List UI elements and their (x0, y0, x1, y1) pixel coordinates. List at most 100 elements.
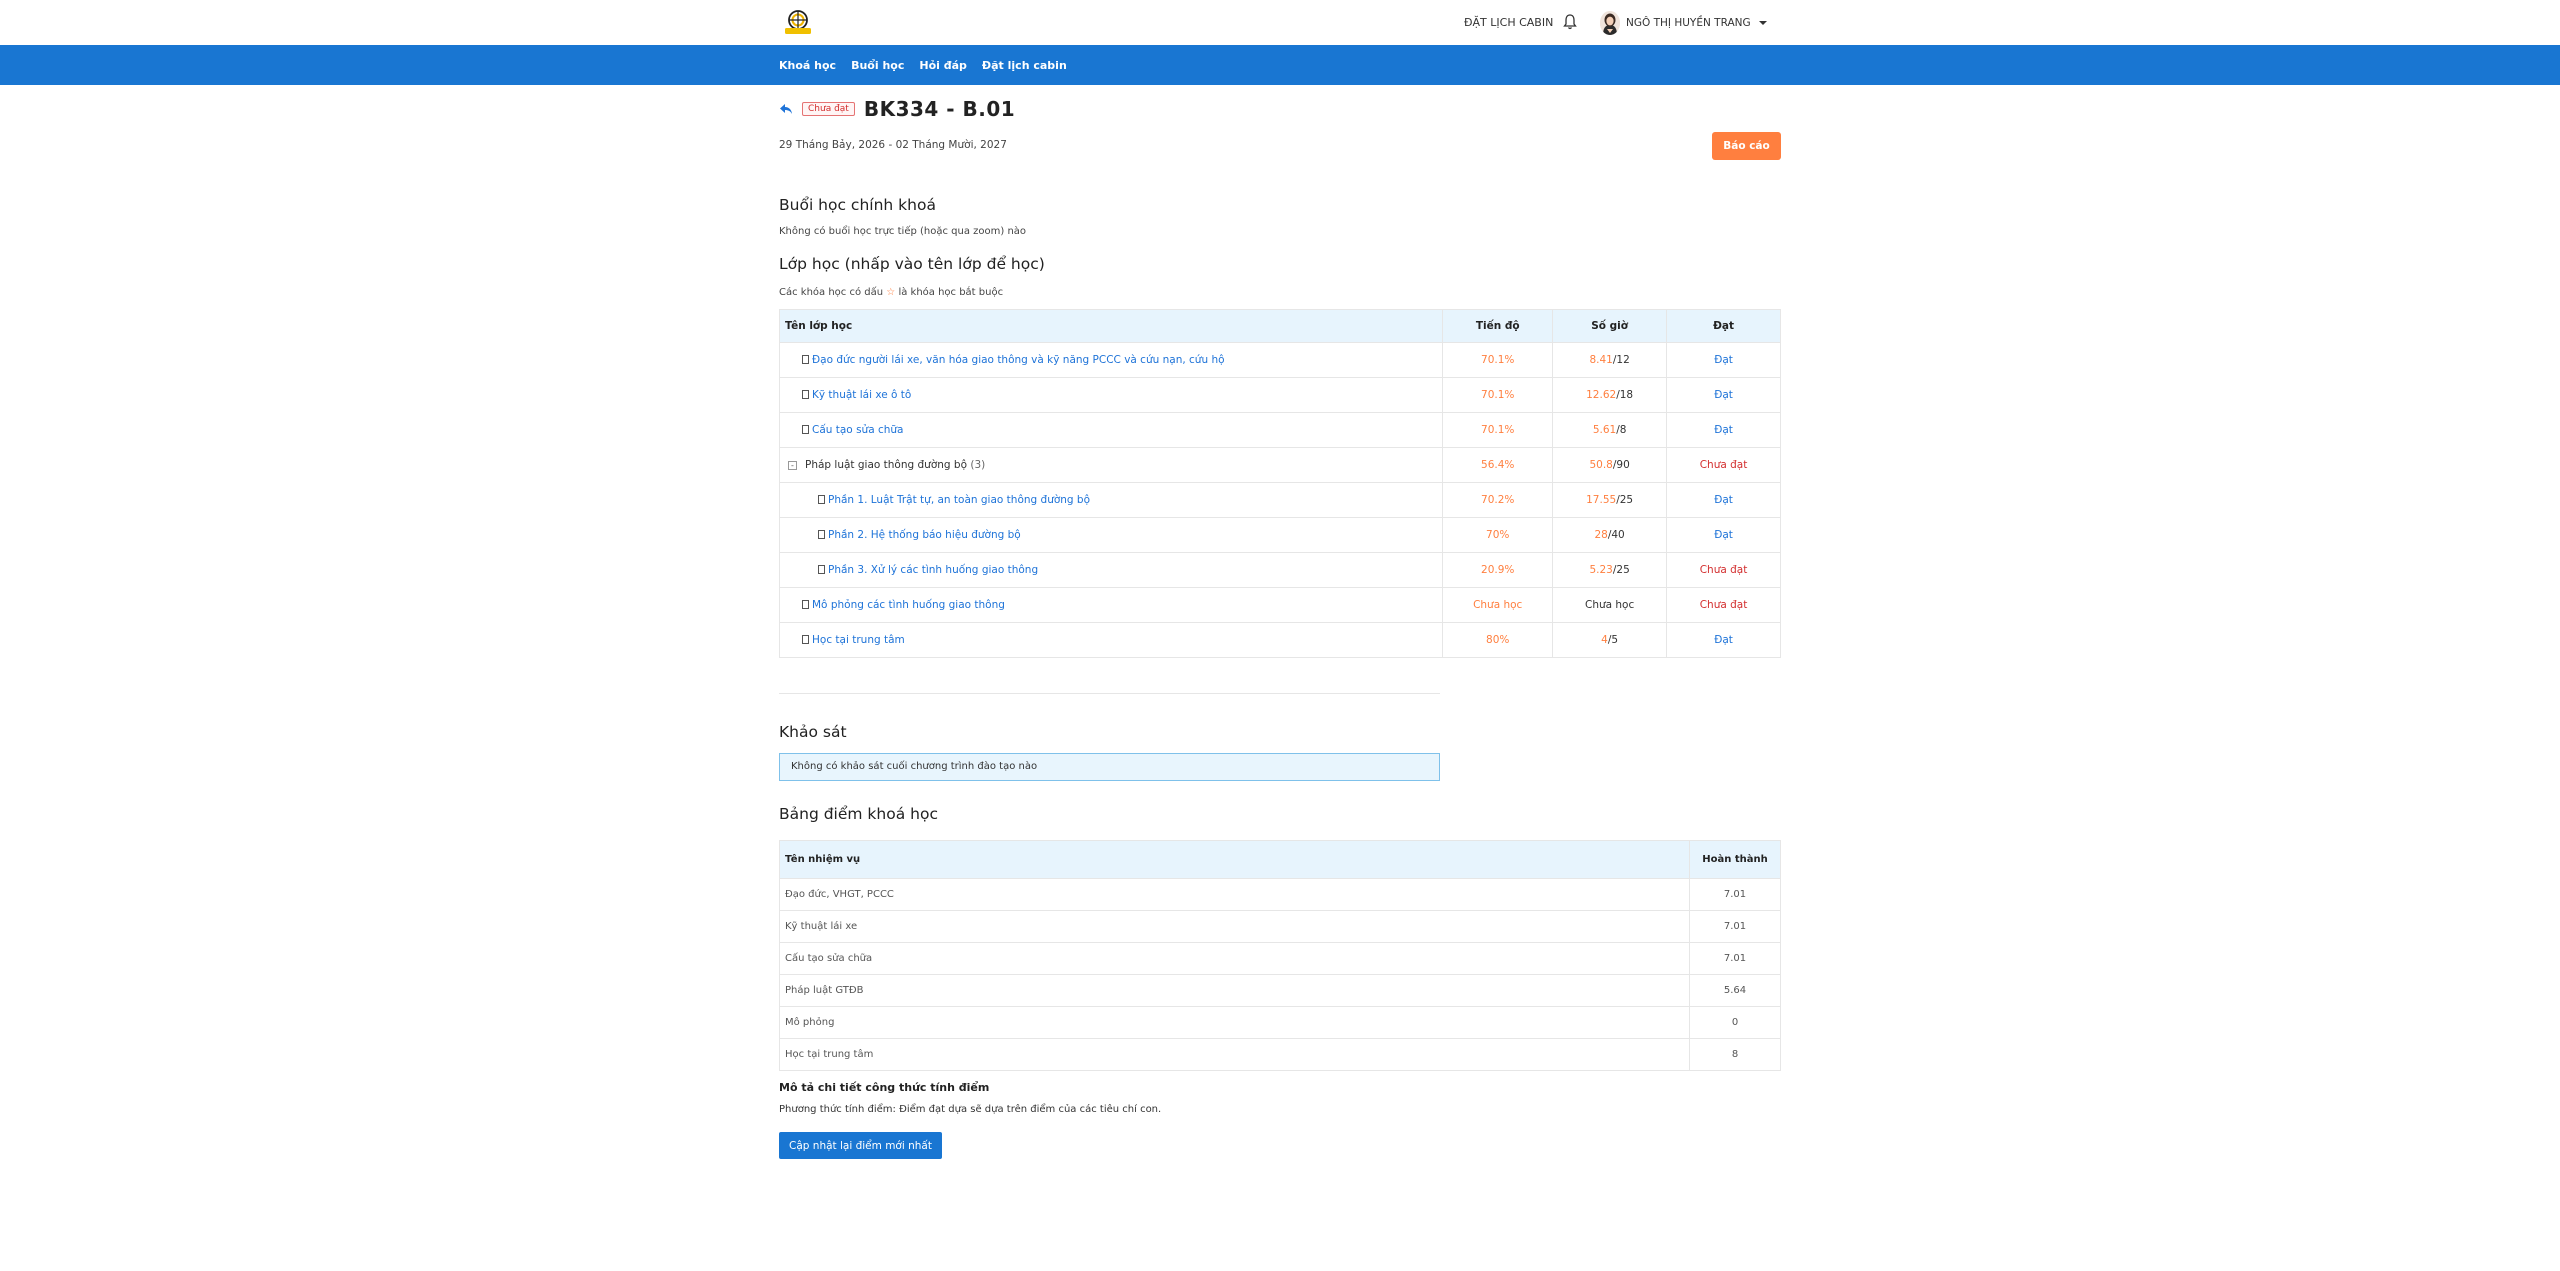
class-link[interactable]: Phần 1. Luật Trật tự, an toàn giao thông… (828, 494, 1090, 506)
column-header-hours: Số giờ (1552, 309, 1668, 343)
document-icon (818, 495, 825, 504)
passed-cell: Chưa đạt (1666, 587, 1781, 623)
hours-done: 28 (1594, 529, 1608, 541)
document-icon (802, 355, 809, 364)
task-name: Cấu tạo sửa chữa (778, 942, 1691, 975)
progress-cell: 56.4% (1442, 447, 1554, 483)
scores-heading: Bảng điểm khoá học (779, 805, 938, 823)
hours-done: 17.55 (1586, 494, 1617, 506)
hours-total: /25 (1612, 564, 1630, 576)
task-score: 7.01 (1689, 878, 1781, 911)
chevron-down-icon (1758, 20, 1767, 25)
top-header: ĐẶT LỊCH CABIN NGÔ THỊ HUYỀN TRANG (0, 0, 2560, 45)
class-link[interactable]: Phần 2. Hệ thống báo hiệu đường bộ (828, 529, 1021, 541)
table-row: Đạo đức người lái xe, văn hóa giao thông… (778, 342, 1781, 378)
document-icon (818, 565, 825, 574)
passed-cell: Chưa đạt (1666, 552, 1781, 588)
hours-cell: Chưa học (1552, 587, 1668, 623)
class-link[interactable]: Mô phỏng các tình huống giao thông (812, 599, 1005, 611)
brand-logo[interactable] (782, 9, 814, 35)
passed-cell: Đạt (1666, 412, 1781, 448)
column-header-done: Hoàn thành (1689, 840, 1781, 879)
class-link[interactable]: Phần 3. Xử lý các tình huống giao thông (828, 564, 1038, 576)
class-link[interactable]: Cấu tạo sửa chữa (812, 424, 904, 436)
hours-total: /40 (1607, 529, 1625, 541)
section-divider (779, 693, 1440, 694)
hours-total: /8 (1616, 424, 1627, 436)
nav-item-book-cabin[interactable]: Đặt lịch cabin (982, 59, 1067, 72)
class-link[interactable]: Học tại trung tâm (812, 634, 905, 646)
hours-done: 5.61 (1592, 424, 1617, 436)
report-button[interactable]: Báo cáo (1712, 132, 1781, 160)
avatar (1600, 10, 1620, 35)
sessions-heading: Buổi học chính khoá (779, 196, 936, 214)
hours-cell: 17.55/25 (1552, 482, 1668, 518)
task-score: 7.01 (1689, 942, 1781, 975)
progress-cell: 70.1% (1442, 377, 1554, 413)
nav-item-qa[interactable]: Hỏi đáp (919, 59, 967, 72)
hours-cell: 28/40 (1552, 517, 1668, 553)
task-name: Pháp luật GTĐB (778, 974, 1691, 1007)
book-cabin-link[interactable]: ĐẶT LỊCH CABIN (1464, 0, 1553, 45)
document-icon (802, 600, 809, 609)
table-row: Phần 3. Xử lý các tình huống giao thông … (778, 552, 1781, 588)
nav-item-sessions[interactable]: Buổi học (851, 59, 904, 72)
table-row: Pháp luật GTĐB 5.64 (778, 974, 1781, 1007)
table-row: Phần 2. Hệ thống báo hiệu đường bộ 70% 2… (778, 517, 1781, 553)
table-row: Mô phỏng các tình huống giao thông Chưa … (778, 587, 1781, 623)
bell-icon[interactable] (1562, 13, 1578, 31)
table-row: Mô phỏng 0 (778, 1006, 1781, 1039)
formula-heading: Mô tả chi tiết công thức tính điểm (779, 1081, 990, 1094)
group-count: (3) (970, 459, 986, 471)
classes-heading: Lớp học (nhấp vào tên lớp để học) (779, 255, 1045, 273)
class-link[interactable]: Đạo đức người lái xe, văn hóa giao thông… (812, 354, 1225, 366)
back-arrow-icon[interactable] (779, 103, 793, 115)
collapse-toggle-icon[interactable]: - (788, 461, 797, 470)
hours-done: 50.8 (1589, 459, 1613, 471)
table-row: Kỹ thuật lái xe ô tô 70.1% 12.62/18 Đạt (778, 377, 1781, 413)
hours-done: 12.62 (1586, 389, 1617, 401)
table-row: Học tại trung tâm 8 (778, 1038, 1781, 1071)
table-row: Học tại trung tâm 80% 4/5 Đạt (778, 622, 1781, 658)
passed-cell: Đạt (1666, 482, 1781, 518)
passed-cell: Đạt (1666, 517, 1781, 553)
column-header-name: Tên lớp học (778, 309, 1444, 343)
classes-note-after: là khóa học bắt buộc (898, 287, 1004, 298)
progress-cell: 70% (1442, 517, 1554, 553)
table-row: Phần 1. Luật Trật tự, an toàn giao thông… (778, 482, 1781, 518)
title-row: Chưa đạt BK334 - B.01 (779, 97, 1015, 121)
class-table: Tên lớp học Tiến độ Số giờ Đạt Đạo đức n… (778, 309, 1781, 658)
nav-item-courses[interactable]: Khoá học (779, 59, 836, 72)
passed-cell: Đạt (1666, 377, 1781, 413)
user-menu[interactable]: NGÔ THỊ HUYỀN TRANG (1600, 10, 1767, 35)
passed-cell: Đạt (1666, 342, 1781, 378)
task-name: Học tại trung tâm (778, 1038, 1691, 1071)
score-table: Tên nhiệm vụ Hoàn thành Đạo đức, VHGT, P… (778, 840, 1781, 1071)
table-row-group: - Pháp luật giao thông đường bộ (3) 56.4%… (778, 447, 1781, 483)
task-name: Đạo đức, VHGT, PCCC (778, 878, 1691, 911)
survey-empty-alert: Không có khảo sát cuối chương trình đào … (779, 753, 1440, 781)
hours-done: 4 (1601, 634, 1608, 646)
survey-heading: Khảo sát (779, 723, 847, 741)
hours-cell: 5.23/25 (1552, 552, 1668, 588)
column-header-passed: Đạt (1666, 309, 1781, 343)
hours-cell: 8.41/12 (1552, 342, 1668, 378)
table-row: Cấu tạo sửa chữa 70.1% 5.61/8 Đạt (778, 412, 1781, 448)
sessions-empty-text: Không có buổi học trực tiếp (hoặc qua zo… (779, 226, 1027, 237)
hours-cell: 5.61/8 (1552, 412, 1668, 448)
table-row: Cấu tạo sửa chữa 7.01 (778, 942, 1781, 975)
class-link[interactable]: Kỹ thuật lái xe ô tô (812, 389, 911, 401)
hours-total: /18 (1616, 389, 1634, 401)
task-score: 7.01 (1689, 910, 1781, 943)
update-score-button[interactable]: Cập nhật lại điểm mới nhất (779, 1132, 942, 1159)
hours-done: 8.41 (1589, 354, 1613, 366)
hours-cell: 50.8/90 (1552, 447, 1668, 483)
document-icon (818, 530, 825, 539)
main-nav: Khoá học Buổi học Hỏi đáp Đặt lịch cabin (0, 45, 2560, 85)
group-name: Pháp luật giao thông đường bộ (805, 459, 968, 471)
table-row: Kỹ thuật lái xe 7.01 (778, 910, 1781, 943)
progress-cell: 70.2% (1442, 482, 1554, 518)
classes-note-before: Các khóa học có dấu (779, 287, 884, 298)
table-header-row: Tên nhiệm vụ Hoàn thành (778, 840, 1781, 879)
progress-cell: 70.1% (1442, 412, 1554, 448)
